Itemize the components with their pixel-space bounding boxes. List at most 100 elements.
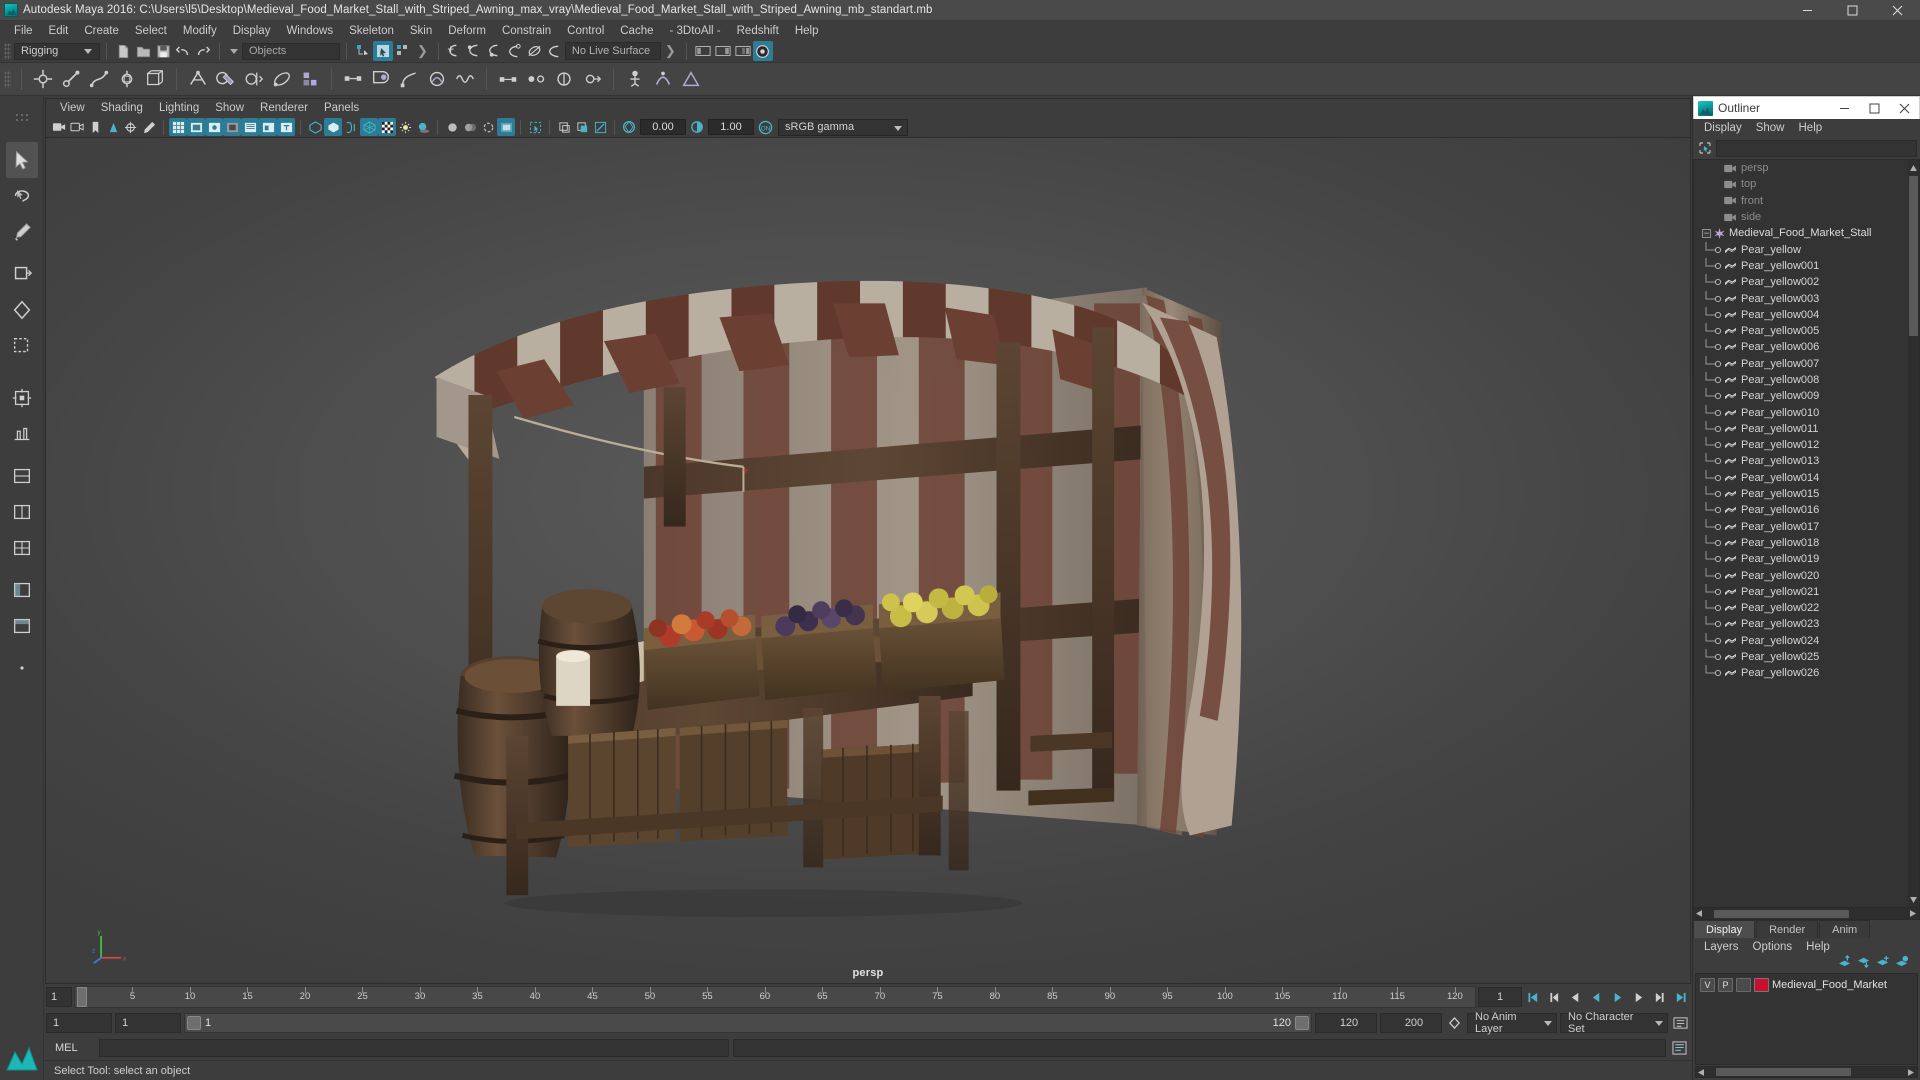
outliner-item-camera[interactable]: top [1694,176,1919,192]
outliner-close-icon[interactable] [1889,97,1919,120]
move-layer-up-icon[interactable] [1838,955,1853,973]
exposure-aperture-icon[interactable] [620,118,638,136]
selection-mask-chevron-icon[interactable] [230,48,238,54]
script-editor-icon[interactable] [1670,1038,1689,1058]
text-overlay-icon[interactable] [277,118,295,136]
layout-four-pane-icon[interactable] [6,530,38,566]
open-scene-button[interactable] [133,41,153,61]
menu-windows[interactable]: Windows [278,23,341,39]
more-layouts-icon[interactable] [6,650,38,686]
rotate-tool-icon[interactable] [6,292,38,328]
outliner-item-mesh[interactable]: Pear_yellow019 [1694,551,1919,567]
outliner-menu-display[interactable]: Display [1697,121,1749,135]
tab-render[interactable]: Render [1756,920,1819,938]
perspective-viewport[interactable]: + y x z persp [46,137,1690,983]
close-icon[interactable] [1875,0,1920,21]
outliner-item-mesh[interactable]: Pear_yellow007 [1694,355,1919,372]
step-back-frame-icon[interactable] [1566,987,1585,1007]
grid-toggle-icon[interactable] [169,118,187,136]
menu-constrain[interactable]: Constrain [494,23,559,39]
exposure-toggle-icon[interactable] [241,118,259,136]
shade-wireframe-icon[interactable] [342,118,360,136]
motion-blur-icon[interactable] [461,118,479,136]
menu-select[interactable]: Select [127,23,175,39]
menu-display[interactable]: Display [225,23,279,39]
outliner-item-mesh[interactable]: Pear_yellow011 [1694,420,1919,437]
checker-texture-icon[interactable] [378,118,396,136]
layer-color-swatch[interactable] [1754,978,1769,992]
go-to-start-icon[interactable] [1524,987,1543,1007]
animation-preferences-icon[interactable] [1671,1013,1690,1033]
outliner-item-mesh[interactable]: Pear_yellow003 [1694,290,1919,306]
range-left-handle[interactable] [187,1016,201,1030]
selection-mask-field[interactable]: Objects [242,42,340,60]
outliner-item-mesh[interactable]: Pear_yellow010 [1694,404,1919,420]
show-attribute-editor-button[interactable] [693,41,713,61]
menu-modify[interactable]: Modify [175,23,225,39]
statusline-expand-chevron-icon[interactable]: ❯ [413,43,432,59]
outliner-maximize-icon[interactable] [1859,97,1889,120]
outliner-item-mesh[interactable]: Pear_yellow009 [1694,388,1919,404]
ik-spline-handle-icon[interactable] [85,65,113,93]
menu-file[interactable]: File [6,23,41,39]
new-layer-from-selected-icon[interactable] [1895,955,1910,973]
object-mode-button[interactable] [373,41,393,61]
outliner-item-mesh[interactable]: Pear_yellow024 [1694,632,1919,649]
shadows-icon[interactable] [414,118,432,136]
scroll-left-icon[interactable] [1696,1068,1706,1076]
gamma-field[interactable]: 1.00 [708,119,754,135]
outliner-item-mesh[interactable]: Pear_yellow014 [1694,469,1919,486]
new-scene-button[interactable] [113,41,133,61]
snap-to-projected-center-button[interactable] [505,41,525,61]
menu-help[interactable]: Help [787,23,827,39]
anim-end-field[interactable]: 200 [1380,1013,1442,1033]
menu-skin[interactable]: Skin [402,23,440,39]
use-all-lights-icon[interactable] [396,118,414,136]
render-globals-button[interactable] [752,41,773,61]
point-constraint-icon[interactable] [522,65,550,93]
minimize-icon[interactable] [1785,0,1830,21]
outliner-filter-icon[interactable] [1696,140,1713,157]
outliner-item-camera[interactable]: front [1694,193,1919,209]
outliner-item-mesh[interactable]: Pear_yellow016 [1694,502,1919,518]
soft-modification-icon[interactable] [367,65,395,93]
menu-deform[interactable]: Deform [440,23,494,39]
outliner-item-mesh[interactable]: Pear_yellow006 [1694,339,1919,355]
hierarchy-mode-button[interactable] [353,41,373,61]
snap-to-point-button[interactable] [485,41,505,61]
smooth-bind-icon[interactable] [184,65,212,93]
outliner-item-mesh[interactable]: Pear_yellow002 [1694,274,1919,290]
command-output[interactable] [733,1039,1666,1057]
outliner-item-mesh[interactable]: Pear_yellow013 [1694,453,1919,469]
panel-menu-lighting[interactable]: Lighting [151,101,207,115]
orient-constraint-icon[interactable] [550,65,578,93]
aim-constraint-icon[interactable] [578,65,606,93]
redo-button[interactable] [193,41,213,61]
outliner-menu-show[interactable]: Show [1749,121,1792,135]
undo-button[interactable] [173,41,193,61]
xray-joints-icon[interactable] [555,118,573,136]
outliner-item-mesh[interactable]: Pear_yellow008 [1694,372,1919,388]
outliner-item-mesh[interactable]: Pear_yellow026 [1694,665,1919,681]
menuset-dropdown[interactable]: Rigging [14,42,100,60]
current-frame-field[interactable]: 1 [1478,987,1522,1007]
outliner-item-mesh[interactable]: Pear_yellow020 [1694,567,1919,583]
range-start-field[interactable]: 1 [115,1013,181,1033]
scroll-right-icon[interactable] [1905,1068,1917,1076]
panel-menu-renderer[interactable]: Renderer [252,101,316,115]
save-scene-button[interactable] [153,41,173,61]
sculpt-deformer-icon[interactable] [423,65,451,93]
soft-select-icon[interactable] [6,416,38,452]
film-gate-icon[interactable] [187,118,205,136]
color-management-dropdown[interactable]: sRGB gamma [778,118,908,136]
collapse-expander-icon[interactable]: − [1702,228,1711,238]
outliner-item-mesh[interactable]: Pear_yellow015 [1694,486,1919,502]
help-menu[interactable]: Help [1799,940,1837,954]
step-forward-frame-icon[interactable] [1629,987,1648,1007]
lattice-icon[interactable] [141,65,169,93]
menu-skeleton[interactable]: Skeleton [341,23,402,39]
shelf-grip[interactable] [4,70,11,88]
panel-menu-panels[interactable]: Panels [316,101,367,115]
time-slider-start-field[interactable]: 1 [46,987,72,1007]
image-plane-icon[interactable] [104,118,122,136]
